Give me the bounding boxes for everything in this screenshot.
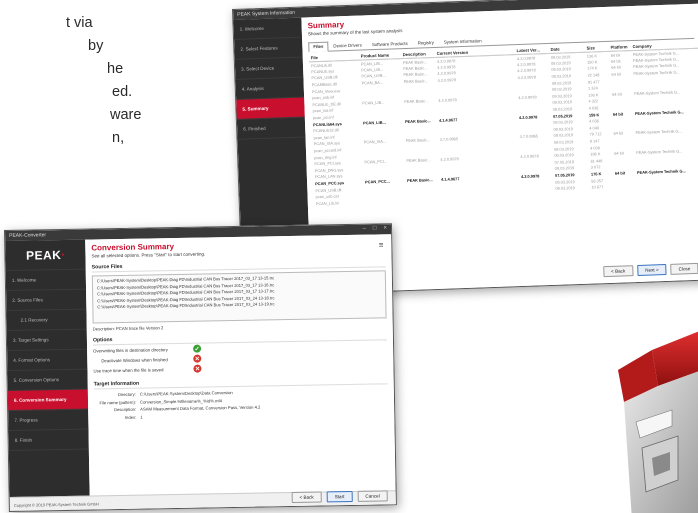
tab[interactable]: Files [308, 41, 329, 53]
copyright: Copyright © 2019 PEAK-System Technik Gmb… [13, 501, 99, 508]
option-label: Use trace time when the file is saved [93, 366, 164, 373]
page: t via by he ed. ware n, PEAK System Informati… [0, 0, 698, 513]
option-label: Overwriting files in destination directo… [93, 346, 168, 353]
sidebar-item[interactable]: 3. Select Device [234, 57, 304, 80]
wizard-buttons: < Back Next > Close [602, 262, 698, 278]
maximize-icon[interactable]: □ [373, 225, 377, 231]
tab[interactable]: Registry [413, 38, 439, 48]
sidebar-item[interactable]: 1. Welcome [5, 269, 87, 291]
table-cell [406, 202, 440, 210]
check-icon: ✓ [193, 344, 202, 353]
target-value: 1 [140, 414, 143, 420]
peak-3d-logo-icon [618, 331, 698, 513]
left-text-line: he [107, 61, 124, 77]
left-text-line: n, [112, 130, 125, 146]
target-key: Index: [124, 414, 137, 420]
window-controls: – □ × [670, 0, 695, 2]
table-cell [500, 200, 520, 207]
target-info: Directory: C:\Users\PEAK-System\Desktop\D… [94, 386, 388, 421]
menu-icon[interactable]: ≡ [379, 240, 384, 249]
table-cell [590, 196, 614, 203]
options-list: Overwriting files in destination directo… [93, 340, 387, 375]
minimize-icon[interactable]: – [670, 0, 674, 2]
tab[interactable]: Device Drivers [328, 40, 367, 50]
cross-icon: ✕ [193, 354, 202, 363]
sidebar-item[interactable]: 1. Welcome [233, 17, 303, 40]
maximize-icon[interactable]: □ [681, 0, 685, 1]
sidebar-item[interactable]: 2.1 Recovery [6, 309, 87, 331]
window-title: PEAK-Converter [9, 232, 47, 239]
converter-main: ≡ Conversion Summary See all selected op… [85, 234, 396, 510]
left-text-line: ed. [112, 84, 133, 100]
converter-window: PEAK-Converter – □ × PEAK ● 1. Welcome 2. … [4, 223, 397, 512]
close-icon[interactable]: × [691, 0, 695, 1]
sidebar-item[interactable]: 6. Finished [236, 117, 306, 140]
sidebar-item[interactable]: 2. Select Features [234, 37, 303, 60]
tab[interactable]: System Information [439, 36, 487, 47]
left-text-snippet: t via by he ed. ware n, [0, 12, 150, 150]
file-description: Description: PCAN trace file Version 2 [92, 325, 164, 332]
option-label: Deactivate Windows when finished [101, 356, 168, 363]
sidebar-item[interactable]: 8. Finish [8, 429, 89, 451]
table-cell [614, 196, 636, 203]
table-cell [314, 205, 364, 213]
sidebar-item[interactable]: 7. Progress [8, 409, 89, 431]
table-cell [636, 193, 698, 202]
cancel-button[interactable]: Cancel [357, 490, 388, 502]
back-button[interactable]: < Back [291, 491, 322, 504]
wizard-buttons: < Back Start Cancel [291, 490, 388, 504]
sidebar-item[interactable]: 4. Analysis [235, 77, 305, 100]
start-button[interactable]: Start [326, 490, 353, 503]
peak-logo: PEAK ● [5, 239, 86, 271]
back-button[interactable]: < Back [602, 265, 634, 278]
table-cell [440, 200, 500, 209]
sidebar-item[interactable]: 5. Summary [236, 97, 305, 120]
logo-dot-icon: ● [61, 251, 65, 258]
tab[interactable]: Software Products [367, 39, 413, 50]
left-text-line: by [88, 38, 104, 54]
table-cell [554, 197, 590, 205]
sidebar-item[interactable]: 6. Conversion Summary [7, 389, 89, 411]
window-title: PEAK System Information [237, 9, 296, 18]
sidebar-item[interactable]: 2. Source Files [6, 289, 87, 311]
converter-sidebar: PEAK ● 1. Welcome 2. Source Files 2.1 Recov… [5, 239, 90, 511]
minimize-icon[interactable]: – [362, 226, 365, 232]
sidebar-item[interactable]: 5. Conversion Options [7, 369, 88, 391]
next-button[interactable]: Next > [637, 263, 667, 277]
window-controls: – □ × [362, 225, 387, 231]
sidebar-item[interactable]: 4. Format Options [7, 349, 88, 371]
table-cell [520, 198, 554, 206]
cross-icon: ✕ [193, 364, 202, 373]
close-button[interactable]: Close [670, 262, 698, 275]
close-icon[interactable]: × [383, 225, 387, 231]
sidebar-item[interactable]: 3. Target Settings [6, 329, 88, 351]
table-cell [364, 204, 406, 212]
files-table: File Product Name Description Current Versi… [308, 40, 698, 214]
source-files-list[interactable]: C:\Users\PEAK-System\Desktop\PEAK-Diag F… [91, 270, 387, 324]
left-text-line: t via [66, 15, 93, 31]
left-text-line: ware [110, 107, 142, 123]
